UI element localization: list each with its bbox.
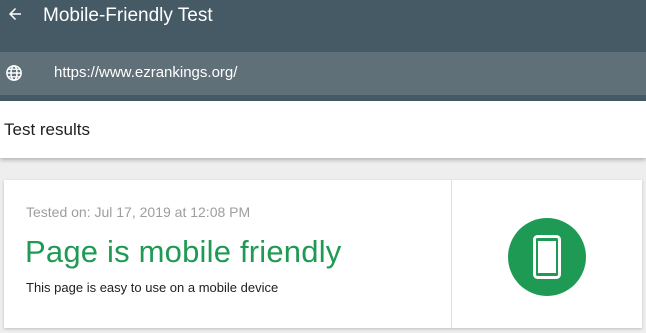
results-heading: Test results: [4, 120, 90, 139]
page-title: Mobile-Friendly Test: [43, 5, 213, 26]
result-card: Tested on: Jul 17, 2019 at 12:08 PM Page…: [4, 180, 642, 328]
url-bar[interactable]: https://www.ezrankings.org/: [0, 52, 646, 95]
app-bar: Mobile-Friendly Test https://www.ezranki…: [0, 0, 646, 101]
verdict-description: This page is easy to use on a mobile dev…: [26, 280, 279, 295]
url-text[interactable]: https://www.ezrankings.org/: [54, 64, 237, 81]
results-header: Test results: [0, 101, 646, 158]
title-row: Mobile-Friendly Test: [0, 0, 646, 52]
card-divider: [451, 180, 452, 328]
smartphone-icon: [533, 235, 561, 279]
globe-icon: [5, 64, 23, 82]
tested-on-timestamp: Tested on: Jul 17, 2019 at 12:08 PM: [26, 204, 251, 220]
arrow-back-icon[interactable]: [4, 3, 26, 25]
status-badge: [508, 218, 586, 296]
verdict-heading: Page is mobile friendly: [25, 234, 342, 269]
result-summary: Tested on: Jul 17, 2019 at 12:08 PM Page…: [4, 180, 451, 328]
